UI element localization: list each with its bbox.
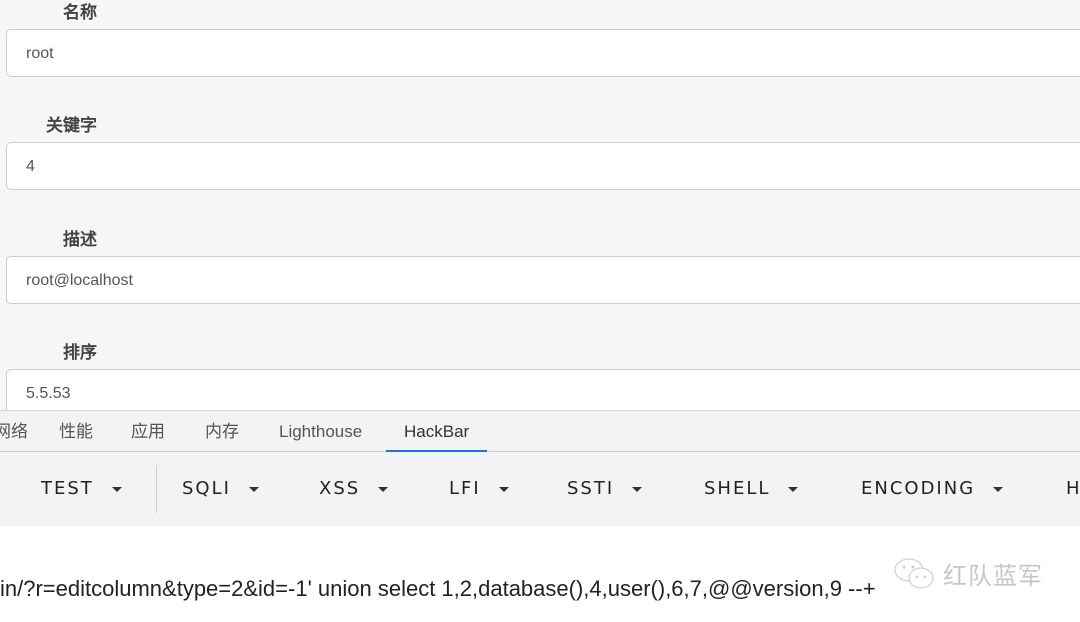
caret-down-icon [498,486,509,492]
shell-menu[interactable]: SHELL [704,452,799,526]
field-label: 关键字 [46,116,97,135]
caret-down-icon [111,486,122,492]
watermark: 红队蓝军 [893,556,1043,591]
name-input[interactable]: root [6,29,1080,77]
more-menu[interactable]: H [1066,452,1080,526]
caret-down-icon [788,486,799,492]
lfi-menu[interactable]: LFI [449,452,509,526]
ssti-menu[interactable]: SSTI [567,452,643,526]
wechat-icon [894,557,934,589]
tab-performance[interactable]: 性能 [59,411,93,452]
menu-label: XSS [319,478,361,499]
watermark-text: 红队蓝军 [943,562,1043,590]
tab-network[interactable]: 网络 [0,411,28,452]
sqli-menu[interactable]: SQLI [182,452,259,526]
description-input[interactable]: root@localhost [6,256,1080,304]
hackbar-toolbar: TEST SQLI XSS LFI SSTI SHELL ENCODING H [0,452,1080,526]
menu-label: LFI [449,478,481,499]
keyword-input[interactable]: 4 [6,142,1080,190]
menu-label: H [1066,478,1080,499]
caret-down-icon [248,486,259,492]
field-label: 名称 [63,3,97,22]
caret-down-icon [993,486,1004,492]
url-text[interactable]: in/?r=editcolumn&type=2&id=-1' union sel… [0,576,876,602]
encoding-menu[interactable]: ENCODING [861,452,1004,526]
tab-application[interactable]: 应用 [131,411,165,452]
bottom-strip [0,618,1080,622]
tab-hackbar[interactable]: HackBar [386,411,488,452]
field-label: 描述 [63,230,97,249]
tab-lighthouse[interactable]: Lighthouse [279,411,362,452]
divider [156,465,157,513]
tab-memory[interactable]: 内存 [205,411,239,452]
field-label: 排序 [63,343,97,362]
sort-input[interactable]: 5.5.53 [6,369,1080,410]
menu-label: SHELL [704,478,771,499]
menu-label: TEST [41,478,94,499]
menu-label: SQLI [182,478,231,499]
caret-down-icon [632,486,643,492]
menu-label: SSTI [567,478,615,499]
edit-form: 名称 root 关键字 4 描述 root@localhost 排序 5.5.5… [0,0,1080,410]
xss-menu[interactable]: XSS [319,452,389,526]
caret-down-icon [378,486,389,492]
devtools-tabs: 网络 性能 应用 内存 Lighthouse HackBar [0,410,1080,452]
menu-label: ENCODING [861,478,976,499]
test-menu[interactable]: TEST [41,452,122,526]
